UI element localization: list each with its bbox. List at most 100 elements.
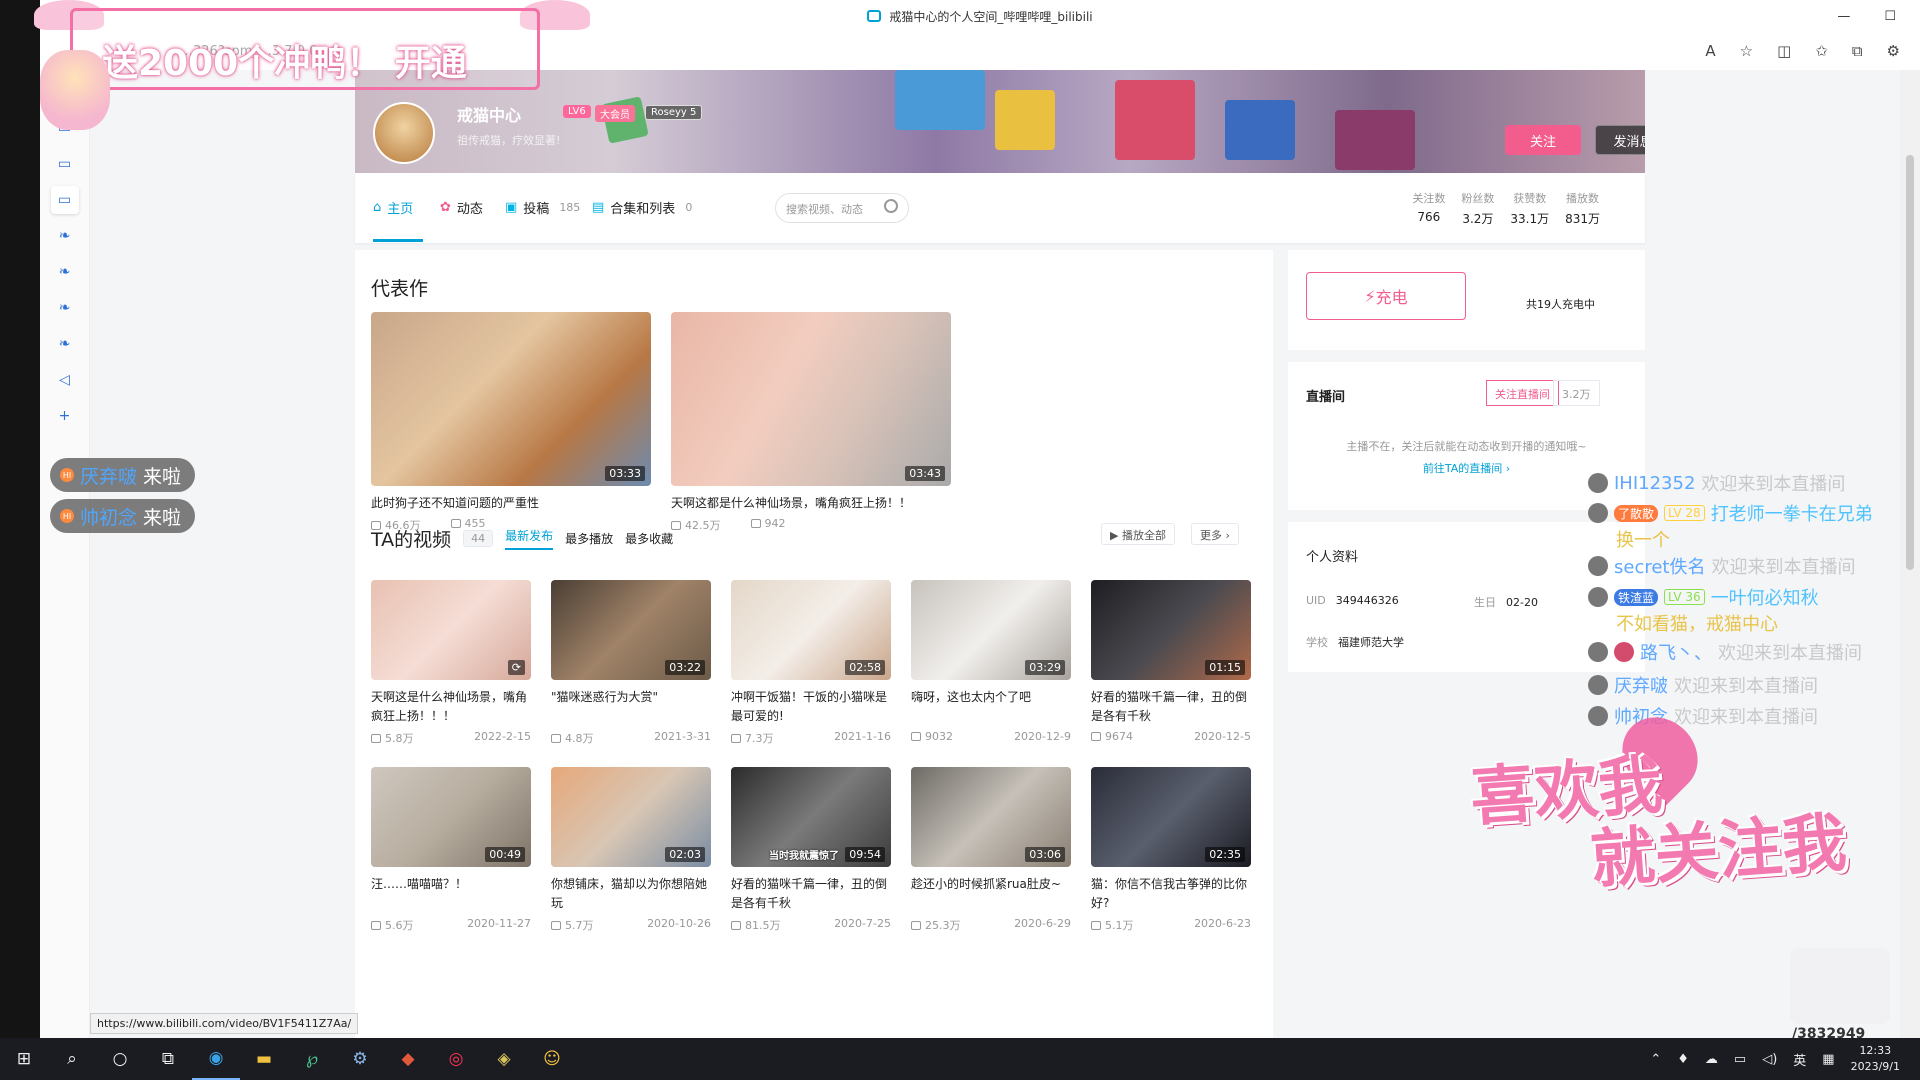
stat-fans[interactable]: 粉丝数 3.2万 (1461, 190, 1494, 227)
masterpiece-card[interactable]: 03:43 天啊这都是什么神仙场景，嘴角疯狂上扬！！ 42.5万 942 (671, 312, 951, 533)
sort-most-played[interactable]: 最多播放 (565, 530, 613, 547)
tab-home[interactable]: ⌂ 主页 (373, 198, 413, 217)
video-thumbnail[interactable]: 03:29 (911, 580, 1071, 680)
video-title[interactable]: 趁还小的时候抓紧rua肚皮~ (911, 875, 1071, 913)
video-title[interactable]: 好看的猫咪千篇一律，丑的倒是各有千秋 (731, 875, 891, 913)
video-thumbnail[interactable]: 00:49 (371, 767, 531, 867)
video-card[interactable]: 02:03 你想铺床，猫却以为你想陪她玩 5.7万 2020-10-26 (551, 767, 711, 933)
sort-most-favorited[interactable]: 最多收藏 (625, 530, 673, 547)
scrollbar-thumb[interactable] (1906, 155, 1914, 570)
sort-latest[interactable]: 最新发布 (505, 527, 554, 550)
app-icon[interactable]: ◆ (384, 1038, 432, 1080)
task-view-icon[interactable]: ⧉ (144, 1038, 192, 1080)
more-button[interactable]: 更多 › (1191, 523, 1239, 545)
video-card[interactable]: 03:22 "猫咪迷惑行为大赏" 4.8万 2021-3-31 (551, 580, 711, 746)
ime-mode-icon[interactable]: ▦ (1822, 1052, 1834, 1067)
sticker-line-2: 就关注我 (1588, 806, 1849, 898)
video-card[interactable]: 02:58 冲啊干饭猫！干饭的小猫咪是最可爱的! 7.3万 2021-1-16 (731, 580, 891, 746)
video-card[interactable]: 02:35 猫：你信不信我古筝弹的比你好? 5.1万 2020-6-23 (1091, 767, 1251, 933)
masterpiece-card[interactable]: 03:33 此时狗子还不知道问题的严重性 46.6万 455 (371, 312, 651, 533)
replay-icon[interactable]: ⟳ (507, 660, 525, 675)
feather-icon[interactable]: ❧ (51, 222, 79, 250)
feather-icon[interactable]: ❧ (51, 330, 79, 358)
windows-start-icon[interactable]: ⊞ (0, 1038, 48, 1080)
user-avatar[interactable] (373, 102, 435, 164)
maximize-button[interactable]: ☐ (1884, 9, 1896, 24)
stat-value: 766 (1417, 210, 1441, 224)
video-card[interactable]: 03:29 嗨呀，这也太内个了吧 9032 2020-12-9 (911, 580, 1071, 743)
network-icon[interactable]: ▭ (1734, 1052, 1746, 1067)
tab-uploads[interactable]: ▣ 投稿 185 (505, 198, 580, 217)
play-all-button[interactable]: ▶ 播放全部 (1101, 523, 1175, 545)
file-explorer-icon[interactable]: ▬ (240, 1038, 288, 1080)
tab-collections[interactable]: ▤ 合集和列表 0 (592, 198, 692, 217)
video-thumbnail[interactable]: 01:15 (1091, 580, 1251, 680)
video-card[interactable]: 当时我就震惊了 09:54 好看的猫咪千篇一律，丑的倒是各有千秋 81.5万 2020-… (731, 767, 891, 933)
video-thumbnail[interactable]: 02:58 (731, 580, 891, 680)
cloud-icon[interactable]: ☁ (1705, 1052, 1718, 1067)
steam-icon[interactable]: ⚙ (336, 1038, 384, 1080)
tv-icon[interactable]: ▭ (50, 186, 79, 214)
video-title[interactable]: 好看的猫咪千篇一律，丑的倒是各有千秋 (1091, 688, 1251, 726)
space-search-input[interactable]: 搜索视频、动态 (775, 193, 909, 223)
video-title[interactable]: 天啊这都是什么神仙场景，嘴角疯狂上扬！！ (671, 494, 951, 513)
video-title[interactable]: 此时狗子还不知道问题的严重性 (371, 494, 651, 513)
search-icon[interactable]: ⌕ (48, 1038, 96, 1080)
video-title[interactable]: 猫：你信不信我古筝弹的比你好? (1091, 875, 1251, 913)
feather-icon[interactable]: ❧ (51, 258, 79, 286)
video-thumbnail[interactable]: 03:33 (371, 312, 651, 486)
favorite-star-icon[interactable]: ☆ (1740, 42, 1753, 60)
netease-music-icon[interactable]: ◎ (432, 1038, 480, 1080)
charge-button[interactable]: ⚡ 充电 (1306, 272, 1466, 320)
fan-medal: 了散散 (1614, 504, 1659, 522)
video-title[interactable]: 你想铺床，猫却以为你想陪她玩 (551, 875, 711, 913)
app-icon[interactable]: ℘ (288, 1038, 336, 1080)
favorites-icon[interactable]: ✩ (1815, 42, 1828, 60)
volume-icon[interactable]: ◁) (1762, 1052, 1777, 1067)
stat-following[interactable]: 关注数 766 (1412, 190, 1445, 227)
feather-icon[interactable]: ❧ (51, 294, 79, 322)
minimize-button[interactable]: — (1837, 9, 1850, 24)
video-title[interactable]: 冲啊干饭猫！干饭的小猫咪是最可爱的! (731, 688, 891, 726)
video-card[interactable]: 03:06 趁还小的时候抓紧rua肚皮~ 25.3万 2020-6-29 (911, 767, 1071, 933)
speaker-icon[interactable]: ◁ (51, 366, 79, 394)
follow-live-button[interactable]: 关注直播间 (1486, 380, 1559, 406)
video-card[interactable]: ⟳ 天啊这是什么神仙场景，嘴角疯狂上扬！！！ 5.8万 2022-2-15 (371, 580, 531, 746)
video-card[interactable]: 00:49 汪……喵喵喵？！ 5.6万 2020-11-27 (371, 767, 531, 933)
video-thumbnail[interactable]: 02:03 (551, 767, 711, 867)
follow-button[interactable]: 关注 (1505, 125, 1581, 155)
video-card[interactable]: 01:15 好看的猫咪千篇一律，丑的倒是各有千秋 9674 2020-12-5 (1091, 580, 1251, 743)
video-thumbnail[interactable]: 03:43 (671, 312, 951, 486)
chevron-up-icon[interactable]: ⌃ (1650, 1052, 1661, 1067)
ime-indicator[interactable]: 英 (1793, 1050, 1806, 1069)
birthday-row: 生日 02-20 (1474, 594, 1538, 610)
video-title[interactable]: 汪……喵喵喵？！ (371, 875, 531, 913)
read-aloud-icon[interactable]: A (1705, 42, 1715, 60)
clock[interactable]: 12:33 2023/9/1 (1851, 1043, 1900, 1075)
split-screen-icon[interactable]: ◫ (1777, 42, 1791, 60)
page-scrollbar[interactable] (1900, 70, 1920, 1038)
video-title[interactable]: "猫咪迷惑行为大赏" (551, 688, 711, 726)
collections-icon[interactable]: ⧉ (1852, 42, 1863, 60)
app-icon[interactable]: ◈ (480, 1038, 528, 1080)
tv-icon[interactable]: ▭ (51, 150, 79, 178)
thumbnail-caption: 当时我就震惊了 (769, 851, 839, 862)
video-thumbnail[interactable]: 03:22 (551, 580, 711, 680)
video-thumbnail[interactable]: 03:06 (911, 767, 1071, 867)
chat-line: secret佚名 欢迎来到本直播间 (1588, 553, 1856, 579)
gift-box-decoration (1335, 110, 1415, 170)
microphone-icon[interactable]: ♦ (1677, 1052, 1689, 1067)
search-icon[interactable] (884, 199, 898, 213)
edge-browser-icon[interactable]: ◉ (192, 1038, 240, 1080)
owl-app-icon[interactable]: ☺ (528, 1038, 576, 1080)
video-thumbnail[interactable]: ⟳ (371, 580, 531, 680)
video-title[interactable]: 嗨呀，这也太内个了吧 (911, 688, 1071, 726)
extensions-icon[interactable]: ⚙ (1887, 42, 1900, 60)
cortana-icon[interactable]: ○ (96, 1038, 144, 1080)
video-title[interactable]: 天啊这是什么神仙场景，嘴角疯狂上扬！！！ (371, 688, 531, 726)
message-button[interactable]: 发消息 (1595, 125, 1645, 155)
video-thumbnail[interactable]: 当时我就震惊了 09:54 (731, 767, 891, 867)
video-thumbnail[interactable]: 02:35 (1091, 767, 1251, 867)
tab-dynamic[interactable]: ✿ 动态 (440, 198, 483, 217)
plus-icon[interactable]: + (51, 402, 79, 430)
